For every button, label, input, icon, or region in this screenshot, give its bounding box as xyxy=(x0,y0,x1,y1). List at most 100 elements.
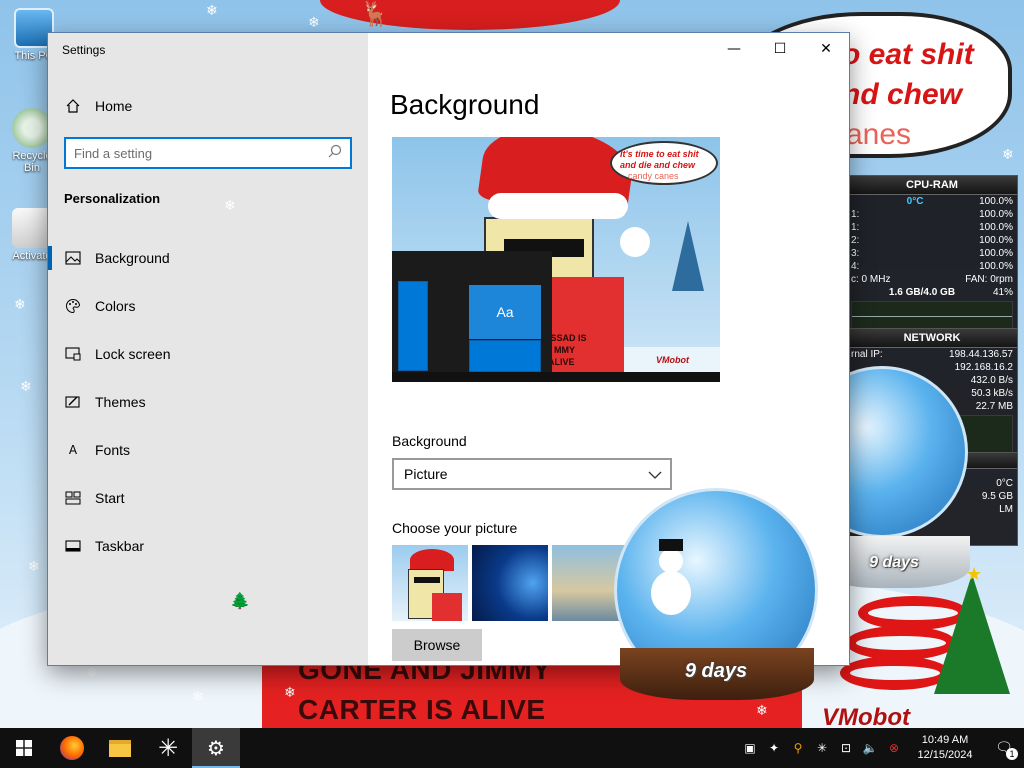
search-input[interactable] xyxy=(74,145,314,161)
windows-logo-icon xyxy=(16,740,32,756)
wallpaper-watermark: VMobot xyxy=(822,704,910,728)
gadget-title: CPU-RAM xyxy=(847,176,1017,195)
internal-ip: 198.44.136.57 xyxy=(949,349,1013,360)
window-title: Settings xyxy=(62,43,106,57)
internal-ip-label: rnal IP: xyxy=(851,349,883,360)
core-label: 1: xyxy=(851,209,860,220)
nav-lock-screen[interactable]: Lock screen xyxy=(48,334,368,374)
picture-thumbnail-1[interactable] xyxy=(392,545,468,621)
nav-home[interactable]: Home xyxy=(48,86,368,126)
snowflake-icon: ❄ xyxy=(192,689,204,705)
nav-colors[interactable]: Colors xyxy=(48,286,368,326)
nav-themes-label: Themes xyxy=(95,394,146,410)
nav-themes[interactable]: Themes xyxy=(48,382,368,422)
activate-icon xyxy=(12,208,52,248)
network-icon[interactable]: ⊡ xyxy=(834,728,858,768)
preview-tile xyxy=(469,340,541,372)
tray-snow-icon[interactable]: ✳ xyxy=(810,728,834,768)
tray-search-icon[interactable]: ⚲ xyxy=(786,728,810,768)
close-button[interactable]: ✕ xyxy=(803,33,849,65)
cpu-ram-gadget: CPU-RAM 0°C 100.0% 1: 100.0% 1: 100.0% 2: 10… xyxy=(846,175,1018,332)
snowflake-icon: ❄ xyxy=(1002,147,1014,163)
nav-background[interactable]: Background xyxy=(48,238,368,278)
brush-icon xyxy=(64,393,82,411)
volume-icon[interactable]: 🔈 xyxy=(858,728,882,768)
minimize-button[interactable]: — xyxy=(711,33,757,65)
core-value: 100.0% xyxy=(979,222,1013,233)
nav-lock-screen-label: Lock screen xyxy=(95,346,171,362)
taskbar-snow-app[interactable]: ✳ xyxy=(144,728,192,768)
close-icon: ✕ xyxy=(820,41,832,57)
core-value: 100.0% xyxy=(979,235,1013,246)
core-value: 100.0% xyxy=(979,209,1013,220)
taskbar-settings[interactable]: ⚙ xyxy=(192,728,240,768)
background-preview: It's time to eat shit and die and chew c… xyxy=(392,137,720,382)
taskbar: ✳ ⚙ ▣ ✦ ⚲ ✳ ⊡ 🔈 ⊗ 10:49 AM 12/15/2024 🗨 … xyxy=(0,728,1024,768)
preview-watermark: VMobot xyxy=(656,355,689,365)
maximize-button[interactable]: ☐ xyxy=(757,33,803,65)
taskbar-firefox[interactable] xyxy=(48,728,96,768)
cpu-clock: c: 0 MHz xyxy=(851,274,891,285)
preview-tile-aa: Aa xyxy=(469,285,541,339)
font-icon: A xyxy=(68,443,78,457)
tray-app-icon[interactable]: ✦ xyxy=(762,728,786,768)
preview-tree-icon xyxy=(672,221,704,291)
desktop-icon-label: Activate xyxy=(12,250,52,262)
snowflake-icon: ❄ xyxy=(868,37,880,53)
cpu-total: 100.0% xyxy=(979,196,1013,207)
start-button[interactable] xyxy=(0,728,48,768)
search-box[interactable] xyxy=(64,137,352,169)
security-alert-icon[interactable]: ⊗ xyxy=(882,728,906,768)
background-type-dropdown[interactable]: Picture xyxy=(392,458,672,490)
nav-home-label: Home xyxy=(95,98,133,114)
speech-text-line1: o eat shit xyxy=(842,38,974,71)
tray-app-icon[interactable]: ▣ xyxy=(738,728,762,768)
preview-shirt-line2: MMY xyxy=(554,345,575,355)
fan-speed: FAN: 0rpm xyxy=(965,274,1013,285)
background-type-value: Picture xyxy=(404,466,448,482)
ram-usage: 1.6 GB/4.0 GB xyxy=(888,287,956,298)
right-globe-days: 9 days xyxy=(869,554,919,571)
nav-taskbar-label: Taskbar xyxy=(95,538,145,554)
cpu-temp: 0°C xyxy=(906,196,924,207)
preview-hat-brim xyxy=(488,193,628,219)
search-icon xyxy=(328,144,342,163)
net-rate-3: 22.7 MB xyxy=(975,401,1013,412)
christmas-tree-icon xyxy=(934,574,1010,694)
nav-colors-label: Colors xyxy=(95,298,136,314)
nav-taskbar[interactable]: Taskbar xyxy=(48,526,368,566)
taskbar-file-explorer[interactable] xyxy=(96,728,144,768)
lock-screen-icon xyxy=(64,345,82,363)
firefox-icon xyxy=(60,736,84,760)
preview-taskbar xyxy=(392,372,720,382)
chevron-down-icon xyxy=(648,466,662,482)
taskbar-icon xyxy=(64,537,82,555)
taskbar-clock[interactable]: 10:49 AM 12/15/2024 xyxy=(906,733,984,763)
core-label: 2: xyxy=(851,235,860,246)
snowflake-icon: ❄ xyxy=(20,379,32,395)
palette-icon xyxy=(64,297,82,315)
drive-label: LM xyxy=(999,504,1013,515)
speech-text-line2: nd chew xyxy=(842,78,963,111)
snowflake-icon: ❄ xyxy=(14,297,26,313)
nav-fonts[interactable]: A Fonts xyxy=(48,430,368,470)
maximize-icon: ☐ xyxy=(773,41,787,57)
picture-thumbnails xyxy=(392,545,628,621)
notification-center-button[interactable]: 🗨 1 xyxy=(984,728,1024,768)
preview-tile xyxy=(398,281,428,371)
snowflake-icon: ❄ xyxy=(756,703,768,719)
start-icon xyxy=(64,489,82,507)
nav-start[interactable]: Start xyxy=(48,478,368,518)
core-value: 100.0% xyxy=(979,248,1013,259)
browse-button[interactable]: Browse xyxy=(392,629,482,661)
picture-thumbnail-2[interactable] xyxy=(472,545,548,621)
core-label: 1: xyxy=(851,222,860,233)
page-title: Background xyxy=(390,89,540,120)
choose-picture-label: Choose your picture xyxy=(392,520,518,536)
gadget-title: NETWORK xyxy=(847,329,1017,348)
net-rate-2: 50.3 kB/s xyxy=(971,388,1013,399)
core-label: 4: xyxy=(851,261,860,272)
snowflake-icon: ❄ xyxy=(28,559,40,575)
snowflake-app-icon: ✳ xyxy=(157,734,179,762)
preview-bubble-line2: and die and chew xyxy=(620,160,696,170)
